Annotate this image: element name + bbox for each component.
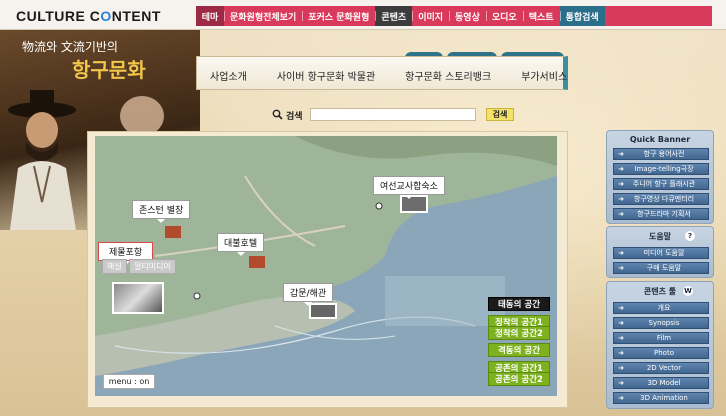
quick-banner-item-label: 항구영상 다큐멘터리 (633, 195, 695, 203)
arrow-right-icon: ➜ (618, 210, 624, 218)
content-tool-item-3d-model[interactable]: ➜ 3D Model (613, 377, 709, 389)
content-tool-item-label: 3D Model (647, 379, 681, 387)
quick-banner-item-label: 항구 용어사전 (643, 150, 685, 158)
multimedia-button[interactable]: 멀티미디어 (129, 259, 176, 274)
arrow-right-icon: ➜ (618, 150, 624, 158)
arrow-right-icon: ➜ (618, 334, 624, 342)
content-tool-item-3d-animation[interactable]: ➜ 3D Animation (613, 392, 709, 404)
menu-story-bank[interactable]: 항구문화 스토리뱅크 (405, 68, 491, 83)
help-item-purchase[interactable]: ➜ 구매 도움말 (613, 262, 709, 274)
nav-contents[interactable]: 콘텐츠 (375, 6, 413, 26)
quick-banner-item-label: 주니어 항구 플래시관 (632, 180, 696, 188)
nav-images[interactable]: 이미지 (412, 6, 449, 26)
menu-business-intro[interactable]: 사업소개 (210, 68, 247, 83)
arrow-right-icon: ➜ (618, 394, 624, 402)
pin-label-daebul-hotel[interactable]: 대불호텔 (217, 233, 265, 256)
arrow-right-icon: ➜ (618, 304, 624, 312)
search-bar: 검색 검색 (264, 106, 570, 122)
nav-videos[interactable]: 동영상 (449, 6, 486, 26)
quick-banner-item-label: Image-telling극장 (634, 165, 694, 173)
space-button-turbulence[interactable]: 격동의 공간 (488, 343, 550, 357)
nav-text[interactable]: 텍스트 (522, 6, 560, 26)
arrow-right-icon: ➜ (618, 195, 624, 203)
nav-integrated-search[interactable]: 통합검색 (559, 6, 605, 26)
pin-label-johnston-villa[interactable]: 존스턴 별장 (132, 200, 191, 223)
search-button[interactable]: 검색 (486, 108, 514, 121)
hero-title: 항구문화 (72, 58, 146, 82)
logo-text-b: NTENT (111, 8, 161, 24)
help-icon: ? (685, 231, 695, 241)
pin-label-lock-gate[interactable]: 갑문/해관 (283, 283, 334, 306)
arrow-right-icon: ➜ (618, 249, 624, 257)
logo-text-o: O (100, 8, 112, 24)
search-label: 검색 (286, 112, 303, 122)
arrow-right-icon: ➜ (618, 264, 624, 272)
arrow-right-icon: ➜ (618, 364, 624, 372)
content-tool-item-label: Synopsis (648, 319, 680, 327)
search-icon (272, 109, 283, 120)
top-bar: CULTURE CONTENT 테마 문화원형전체보기 포커스 문화원형 콘텐츠… (0, 0, 726, 30)
main-menu: 사업소개 사이버 항구문화 박물관 항구문화 스토리뱅크 부가서비스 (210, 68, 597, 83)
nav-focus-archetype[interactable]: 포커스 문화원형 (302, 6, 375, 26)
nav-audio[interactable]: 오디오 (485, 6, 523, 26)
quick-banner-item-image-telling[interactable]: ➜ Image-telling극장 (613, 163, 709, 175)
arrow-right-icon: ➜ (618, 349, 624, 357)
jemulpo-photo-thumbnail[interactable] (112, 282, 164, 314)
nav-theme[interactable]: 테마 (196, 6, 224, 26)
content-tool-item-label: 개요 (657, 304, 671, 312)
global-nav: 테마 문화원형전체보기 포커스 문화원형 콘텐츠 이미지 동영상 오디오 텍스트… (196, 6, 712, 26)
content-tool-item-film[interactable]: ➜ Film (613, 332, 709, 344)
search-input[interactable] (310, 108, 476, 121)
quick-banner-item-glossary[interactable]: ➜ 항구 용어사전 (613, 148, 709, 160)
quick-banner-title: Quick Banner (629, 135, 691, 144)
quick-banner-item-documentary[interactable]: ➜ 항구영상 다큐멘터리 (613, 193, 709, 205)
content-tool-item-label: Photo (654, 349, 674, 357)
menu-extra-services[interactable]: 부가서비스 (521, 68, 567, 83)
logo-text-a: CULTURE C (16, 8, 101, 24)
space-button-formation[interactable]: 태동의 공간 (488, 297, 550, 311)
content-tool-item-overview[interactable]: ➜ 개요 (613, 302, 709, 314)
arrow-right-icon: ➜ (618, 379, 624, 387)
content-tool-item-2d-vector[interactable]: ➜ 2D Vector (613, 362, 709, 374)
help-item-media[interactable]: ➜ 미디어 도움말 (613, 247, 709, 259)
arrow-right-icon: ➜ (618, 319, 624, 327)
content-tool-item-synopsis[interactable]: ➜ Synopsis (613, 317, 709, 329)
w-icon: W (683, 286, 693, 296)
arrow-right-icon: ➜ (618, 165, 624, 173)
hero-subtitle: 物流와 文流기반의 (22, 40, 118, 54)
content-tool-item-label: 3D Animation (640, 394, 688, 402)
arrow-right-icon: ➜ (618, 180, 624, 188)
quick-banner-item-junior-flash[interactable]: ➜ 주니어 항구 플래시관 (613, 178, 709, 190)
help-panel: 도움말 ? ➜ 미디어 도움말 ➜ 구매 도움말 (606, 226, 714, 278)
space-button-settlement-2[interactable]: 정착의 공간2 (488, 326, 550, 340)
help-title: 도움말 (648, 232, 672, 241)
quick-banner-item-label: 항구드라마 기획서 (637, 210, 691, 218)
nav-all-archetypes[interactable]: 문화원형전체보기 (224, 6, 302, 26)
explain-button[interactable]: 해설 (102, 259, 127, 274)
menu-toggle[interactable]: menu : on (103, 374, 155, 389)
site-logo[interactable]: CULTURE CONTENT (16, 8, 161, 24)
menu-cyber-museum[interactable]: 사이버 항구문화 박물관 (277, 68, 375, 83)
pin-label-missionary-dormitory[interactable]: 여선교사합숙소 (373, 176, 445, 199)
content-tool-panel: 콘텐츠 툴 W ➜ 개요 ➜ Synopsis ➜ Film ➜ Photo ➜ 2D V… (606, 281, 714, 409)
help-item-label: 구매 도움말 (646, 264, 682, 272)
quick-banner-panel: Quick Banner ➜ 항구 용어사전 ➜ Image-telling극장 ➜… (606, 130, 714, 224)
content-tool-item-photo[interactable]: ➜ Photo (613, 347, 709, 359)
content-tool-item-label: Film (656, 334, 672, 342)
space-button-coexistence-2[interactable]: 공존의 공간2 (488, 372, 550, 386)
content-tool-item-label: 2D Vector (646, 364, 682, 372)
help-item-label: 미디어 도움말 (643, 249, 685, 257)
content-tool-title: 콘텐츠 툴 (643, 287, 677, 296)
quick-banner-item-drama-plan[interactable]: ➜ 항구드라마 기획서 (613, 208, 709, 220)
historical-figure-illustration (8, 90, 76, 230)
